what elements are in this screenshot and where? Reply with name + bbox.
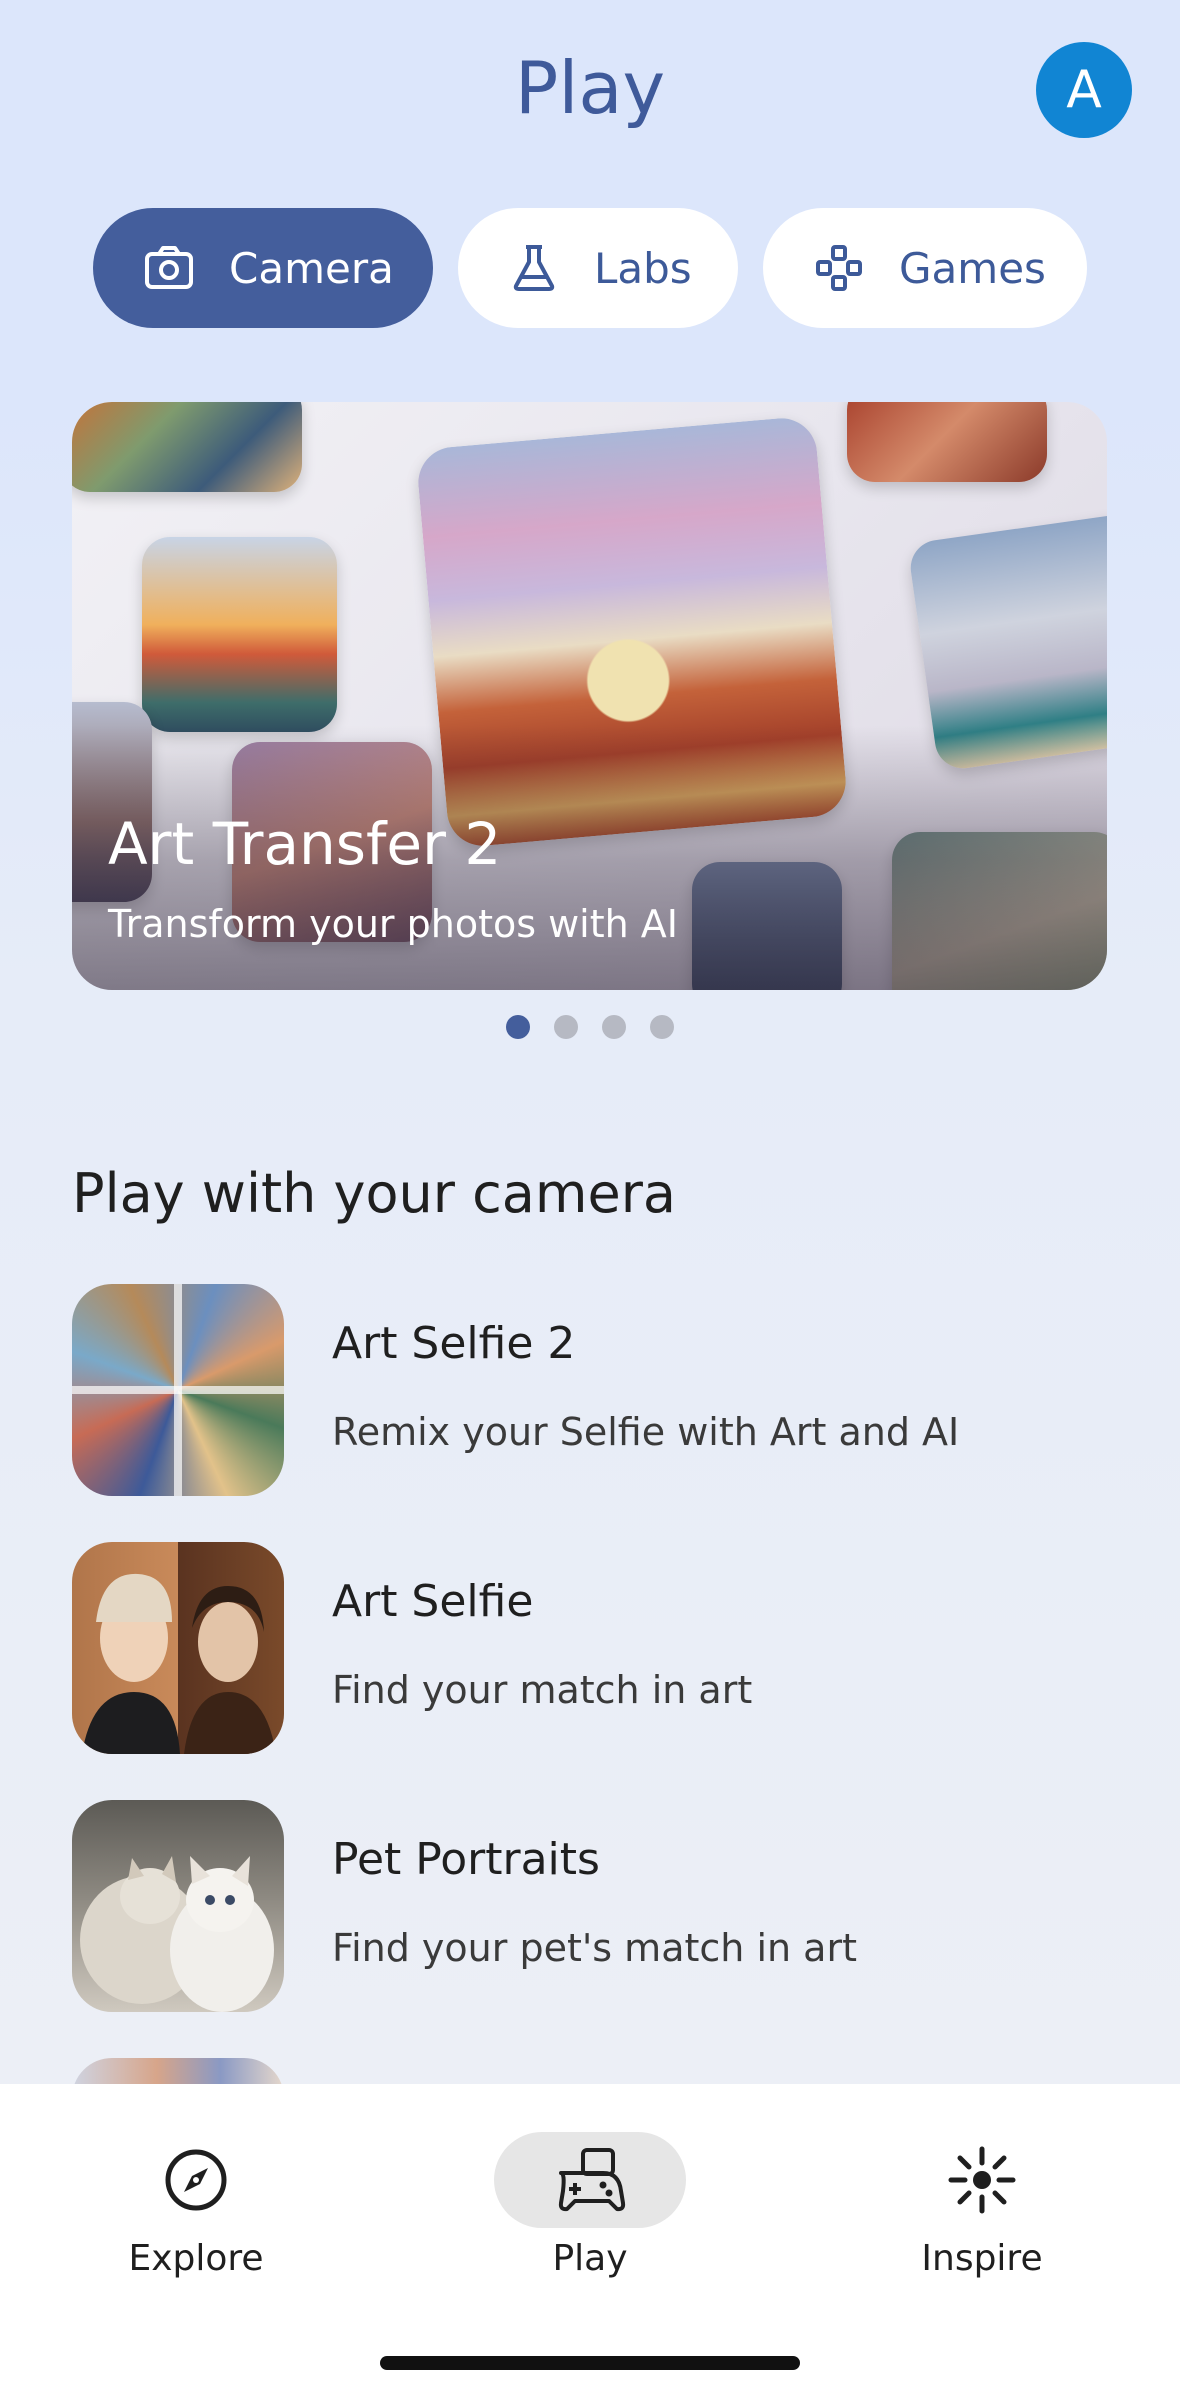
list-item-art-selfie[interactable]: Art Selfie Find your match in art <box>72 1542 1112 1754</box>
list-item-subtitle: Remix your Selfie with Art and AI <box>332 1410 960 1454</box>
carousel-dot-4[interactable] <box>650 1015 674 1039</box>
carousel-page-indicator <box>0 1015 1180 1039</box>
tab-labs[interactable]: Labs <box>458 208 738 328</box>
hero-card-art-transfer[interactable]: Art Transfer 2 Transform your photos wit… <box>72 402 1107 990</box>
camera-icon <box>143 242 195 294</box>
nav-play-label: Play <box>552 2238 628 2279</box>
carousel-dot-2[interactable] <box>554 1015 578 1039</box>
hero-title: Art Transfer 2 <box>108 810 502 878</box>
art-selfie-2-thumbnail <box>72 1284 284 1496</box>
carousel-dot-1[interactable] <box>506 1015 530 1039</box>
gamepad-icon <box>813 242 865 294</box>
list-item-subtitle: Find your pet's match in art <box>332 1926 857 1970</box>
nav-inspire[interactable]: Inspire <box>832 2108 1132 2308</box>
hero-subtitle: Transform your photos with AI <box>108 902 678 946</box>
tab-games[interactable]: Games <box>763 208 1087 328</box>
tab-labs-label: Labs <box>594 243 692 293</box>
art-selfie-thumbnail <box>72 1542 284 1754</box>
tab-camera[interactable]: Camera <box>93 208 433 328</box>
compass-icon <box>156 2144 236 2216</box>
sparkle-icon <box>942 2144 1022 2216</box>
account-avatar[interactable]: A <box>1036 42 1132 138</box>
flask-icon <box>508 242 560 294</box>
list-item-title: Art Selfie 2 <box>332 1318 576 1369</box>
list-item-pet-portraits[interactable]: Pet Portraits Find your pet's match in a… <box>72 1800 1112 2012</box>
section-title: Play with your camera <box>72 1162 676 1225</box>
pet-portraits-thumbnail <box>72 1800 284 2012</box>
list-item-title: Art Selfie <box>332 1576 534 1627</box>
nav-inspire-label: Inspire <box>921 2238 1043 2279</box>
nav-explore[interactable]: Explore <box>46 2108 346 2308</box>
list-item-art-selfie-2[interactable]: Art Selfie 2 Remix your Selfie with Art … <box>72 1284 1112 1496</box>
nav-explore-label: Explore <box>128 2238 264 2279</box>
home-indicator[interactable] <box>380 2356 800 2370</box>
carousel-dot-3[interactable] <box>602 1015 626 1039</box>
page-title: Play <box>514 46 666 130</box>
tab-games-label: Games <box>899 243 1046 293</box>
tab-camera-label: Camera <box>229 243 394 293</box>
game-controller-icon <box>550 2144 630 2216</box>
bottom-navigation: Explore Play Inspire <box>0 2084 1180 2396</box>
nav-play[interactable]: Play <box>440 2108 740 2308</box>
list-item-title: Pet Portraits <box>332 1834 600 1885</box>
list-item-subtitle: Find your match in art <box>332 1668 753 1712</box>
